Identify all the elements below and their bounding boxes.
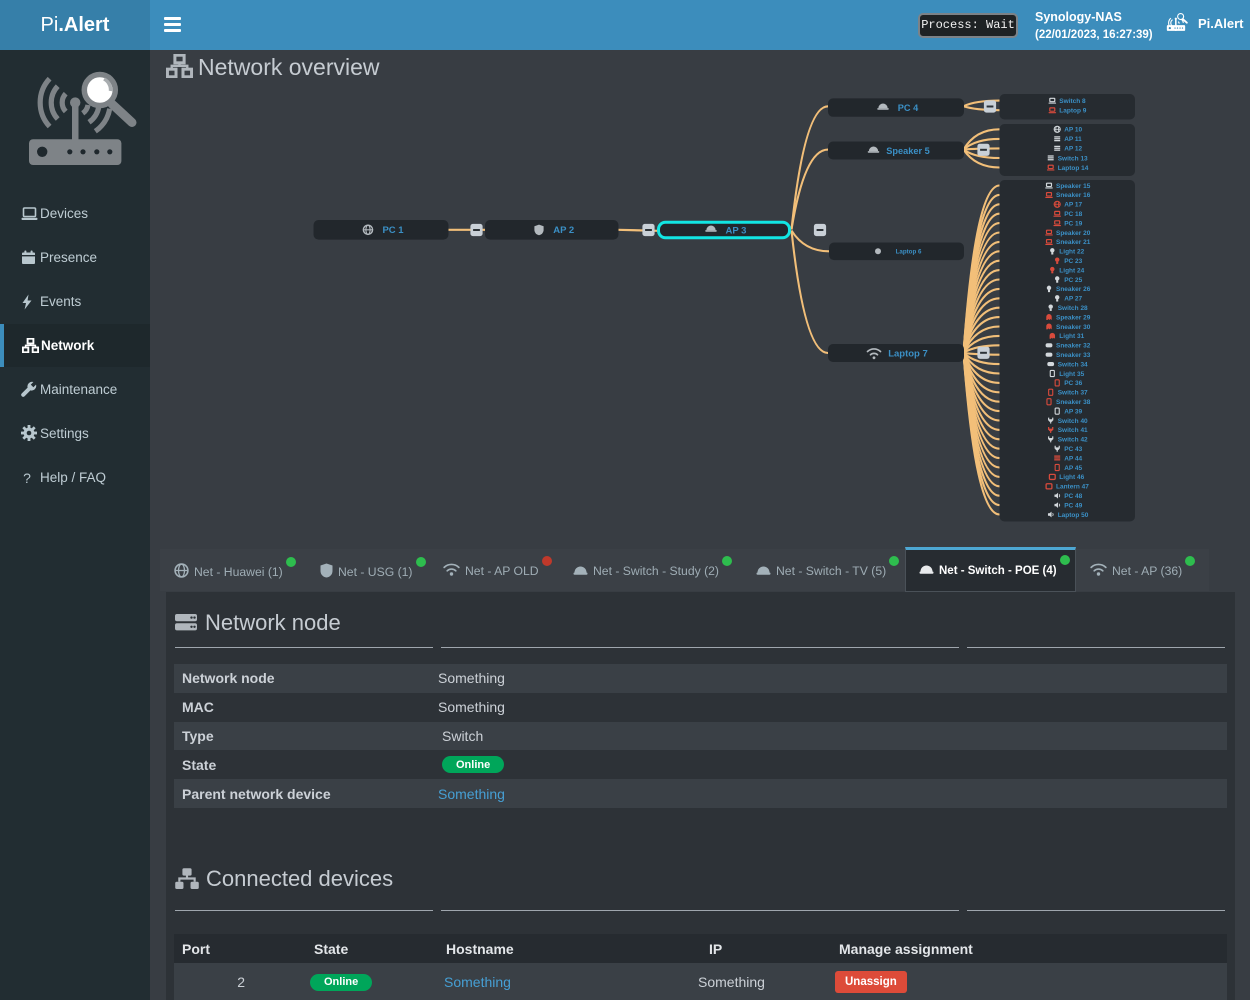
svg-text:PC 43: PC 43 [1064,446,1082,453]
svg-text:Sneaker 32: Sneaker 32 [1056,343,1091,350]
svg-text:PC 36: PC 36 [1064,380,1082,387]
svg-text:AP 10: AP 10 [1064,127,1082,134]
svg-text:AP 17: AP 17 [1064,202,1082,209]
svg-text:Laptop 14: Laptop 14 [1058,165,1089,172]
svg-text:Light 35: Light 35 [1059,371,1084,378]
svg-text:Switch 8: Switch 8 [1059,98,1086,105]
svg-text:AP 39: AP 39 [1064,408,1082,415]
svg-text:Laptop 7: Laptop 7 [888,348,928,359]
svg-text:AP 11: AP 11 [1064,136,1082,143]
svg-text:AP 3: AP 3 [726,225,747,236]
svg-text:Switch 13: Switch 13 [1058,155,1088,162]
svg-text:Switch 34: Switch 34 [1058,361,1088,368]
svg-text:AP 12: AP 12 [1064,146,1082,153]
svg-text:AP 45: AP 45 [1064,465,1082,472]
svg-text:Light 24: Light 24 [1059,267,1084,274]
svg-text:Speaker 20: Speaker 20 [1056,230,1091,237]
svg-text:Light 31: Light 31 [1059,333,1084,340]
svg-text:PC 4: PC 4 [898,103,919,113]
svg-text:Laptop 6: Laptop 6 [896,249,922,256]
svg-text:Laptop 9: Laptop 9 [1059,108,1086,115]
svg-text:Lantern 47: Lantern 47 [1056,484,1089,491]
svg-text:Sneaker 33: Sneaker 33 [1056,352,1091,359]
svg-text:PC 25: PC 25 [1064,277,1082,284]
svg-text:Sneaker 16: Sneaker 16 [1056,192,1091,199]
svg-text:Sneaker 38: Sneaker 38 [1056,399,1091,406]
svg-text:Speaker 29: Speaker 29 [1056,314,1091,321]
svg-text:Switch 28: Switch 28 [1058,305,1088,312]
svg-text:PC 1: PC 1 [382,225,404,236]
svg-text:Laptop 50: Laptop 50 [1058,512,1089,519]
svg-text:PC 48: PC 48 [1064,493,1082,500]
svg-text:Sneaker 21: Sneaker 21 [1056,239,1091,246]
svg-text:PC 19: PC 19 [1064,220,1082,227]
svg-text:Light 46: Light 46 [1059,474,1084,481]
svg-text:Switch 41: Switch 41 [1058,427,1088,434]
svg-text:AP 2: AP 2 [553,225,574,236]
svg-text:Sneaker 26: Sneaker 26 [1056,286,1091,293]
svg-text:Switch 40: Switch 40 [1058,418,1088,425]
svg-text:PC 18: PC 18 [1064,211,1082,218]
svg-text:Light 22: Light 22 [1059,249,1084,256]
svg-text:AP 27: AP 27 [1064,296,1082,303]
svg-text:Switch 37: Switch 37 [1058,390,1088,397]
svg-text:PC 49: PC 49 [1064,502,1082,509]
svg-text:PC 23: PC 23 [1064,258,1082,265]
svg-text:Switch 42: Switch 42 [1058,437,1088,444]
svg-text:Speaker 5: Speaker 5 [886,146,929,156]
svg-text:Sneaker 30: Sneaker 30 [1056,324,1091,331]
svg-text:?: ? [23,470,31,486]
svg-text:Speaker 15: Speaker 15 [1056,183,1091,190]
svg-text:AP 44: AP 44 [1064,455,1082,462]
